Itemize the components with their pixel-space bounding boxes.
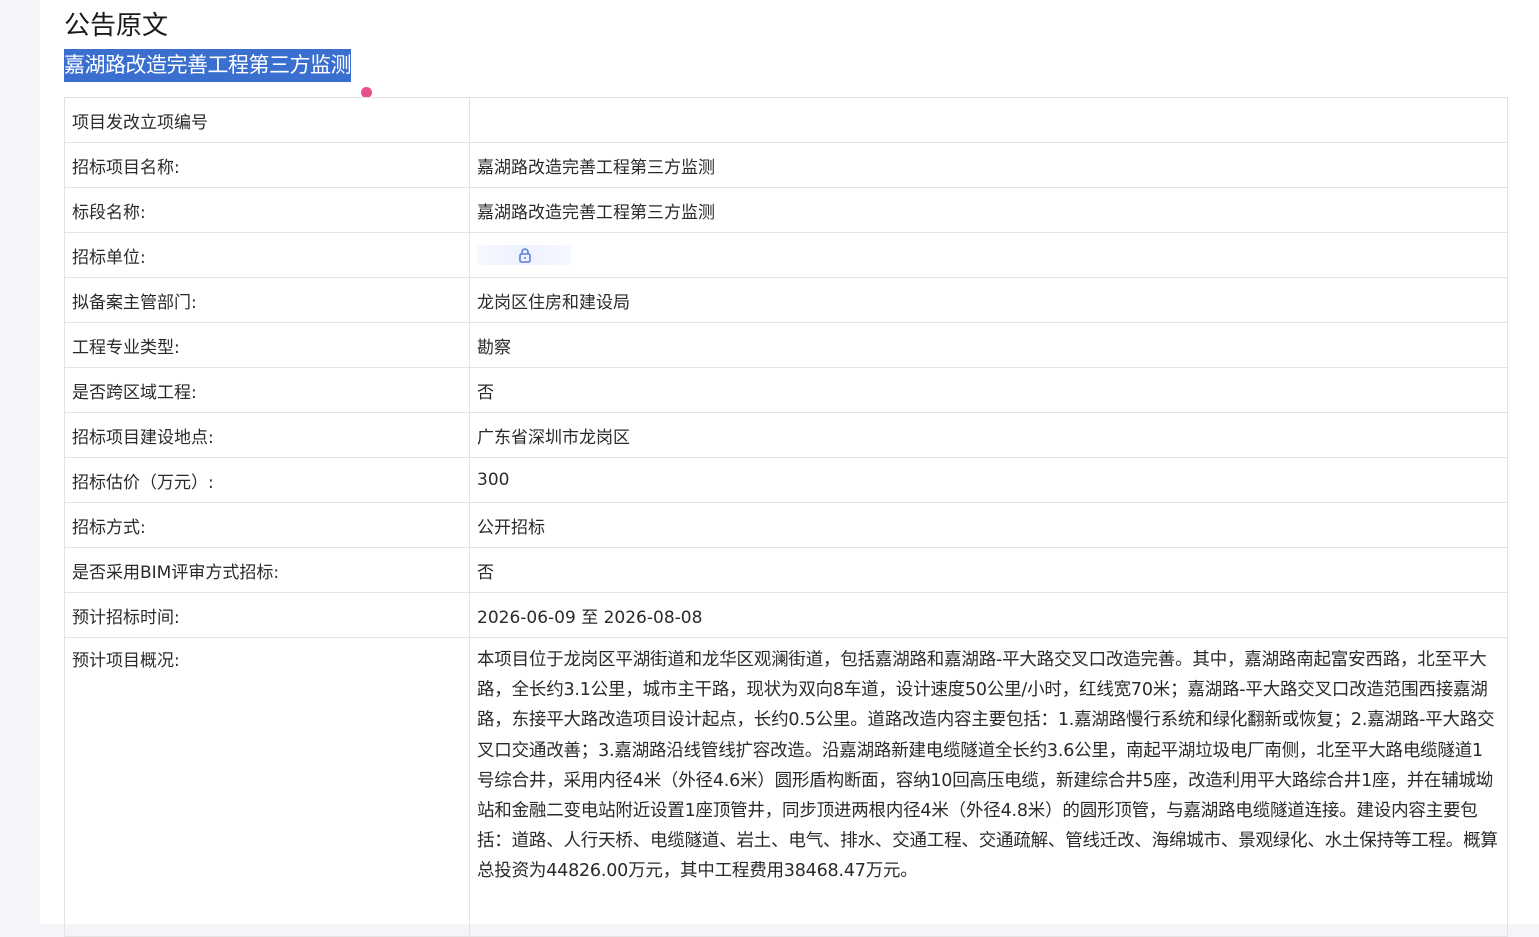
row-label: 招标方式: [64, 502, 470, 548]
row-value-masked [469, 232, 1508, 278]
table-row: 招标项目建设地点: 广东省深圳市龙岗区 [64, 412, 1508, 458]
table-row: 拟备案主管部门: 龙岗区住房和建设局 [64, 277, 1508, 323]
row-value: 300 [469, 457, 1508, 503]
row-label: 预计招标时间: [64, 592, 470, 638]
row-value: 嘉湖路改造完善工程第三方监测 [469, 142, 1508, 188]
row-value: 勘察 [469, 322, 1508, 368]
table-row: 标段名称: 嘉湖路改造完善工程第三方监测 [64, 187, 1508, 233]
announcement-panel: 公告原文 嘉湖路改造完善工程第三方监测 项目发改立项编号 招标项目名称: 嘉湖路… [40, 0, 1539, 937]
lock-icon [519, 248, 531, 263]
project-title-selected[interactable]: 嘉湖路改造完善工程第三方监测 [64, 49, 352, 82]
table-row: 预计项目概况: 本项目位于龙岗区平湖街道和龙华区观澜街道，包括嘉湖路和嘉湖路-平… [64, 637, 1508, 937]
table-row: 招标单位: [64, 232, 1508, 278]
row-value: 公开招标 [469, 502, 1508, 548]
table-row: 招标估价（万元）: 300 [64, 457, 1508, 503]
table-row: 招标方式: 公开招标 [64, 502, 1508, 548]
page-heading: 公告原文 [64, 11, 169, 41]
row-value: 否 [469, 367, 1508, 413]
masked-value[interactable] [477, 245, 571, 265]
row-label: 招标项目建设地点: [64, 412, 470, 458]
row-value: 本项目位于龙岗区平湖街道和龙华区观澜街道，包括嘉湖路和嘉湖路-平大路交叉口改造完… [469, 637, 1508, 937]
table-row: 招标项目名称: 嘉湖路改造完善工程第三方监测 [64, 142, 1508, 188]
row-label: 招标单位: [64, 232, 470, 278]
row-value: 龙岗区住房和建设局 [469, 277, 1508, 323]
row-label: 是否采用BIM评审方式招标: [64, 547, 470, 593]
row-value: 广东省深圳市龙岗区 [469, 412, 1508, 458]
row-label: 工程专业类型: [64, 322, 470, 368]
table-row: 预计招标时间: 2026-06-09 至 2026-08-08 [64, 592, 1508, 638]
table-row: 工程专业类型: 勘察 [64, 322, 1508, 368]
project-overview-text: 本项目位于龙岗区平湖街道和龙华区观澜街道，包括嘉湖路和嘉湖路-平大路交叉口改造完… [477, 650, 1498, 882]
row-value: 否 [469, 547, 1508, 593]
row-label: 招标估价（万元）: [64, 457, 470, 503]
table-row: 是否采用BIM评审方式招标: 否 [64, 547, 1508, 593]
announcement-table: 项目发改立项编号 招标项目名称: 嘉湖路改造完善工程第三方监测 标段名称: 嘉湖… [64, 97, 1508, 937]
row-label: 标段名称: [64, 187, 470, 233]
table-row: 是否跨区域工程: 否 [64, 367, 1508, 413]
table-row: 项目发改立项编号 [64, 97, 1508, 143]
row-label: 项目发改立项编号 [64, 97, 470, 143]
row-label: 招标项目名称: [64, 142, 470, 188]
row-label: 是否跨区域工程: [64, 367, 470, 413]
row-value [469, 97, 1508, 143]
row-label: 预计项目概况: [64, 637, 470, 937]
row-value: 2026-06-09 至 2026-08-08 [469, 592, 1508, 638]
row-value: 嘉湖路改造完善工程第三方监测 [469, 187, 1508, 233]
row-label: 拟备案主管部门: [64, 277, 470, 323]
